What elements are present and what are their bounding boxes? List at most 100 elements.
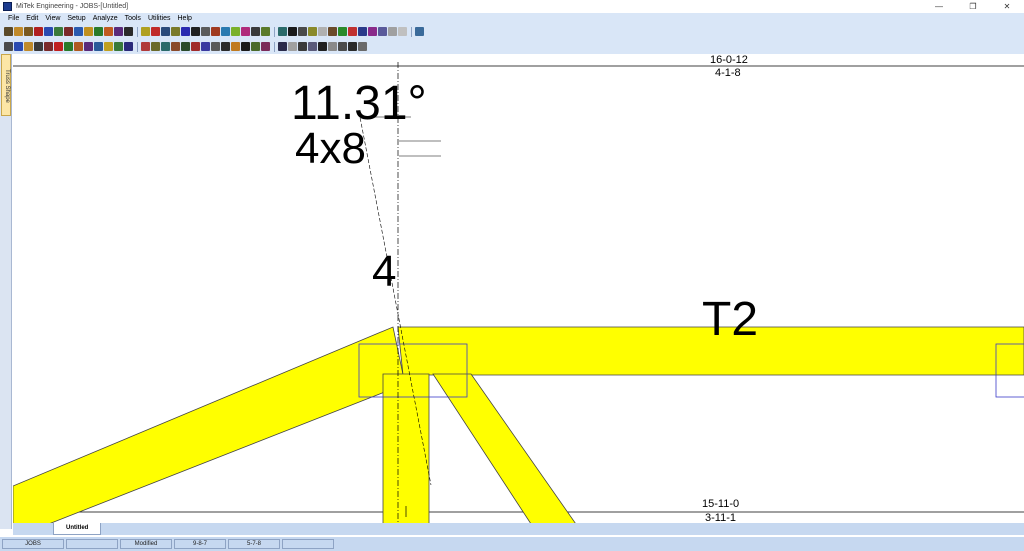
menu-analyze[interactable]: Analyze [93,15,118,22]
toolbar-row-1-tool-icon[interactable] [415,27,424,36]
toolbar-row-2-tool-icon[interactable] [64,42,73,51]
toolbar-row-2-tool-icon[interactable] [201,42,210,51]
toolbar-row-2-tool-icon[interactable] [338,42,347,51]
toolbar-row-1-tool-icon[interactable] [261,27,270,36]
toolbar-row-2-tool-icon[interactable] [84,42,93,51]
toolbar-row-1-tool-icon[interactable] [348,27,357,36]
toolbar-row-1-tool-icon[interactable] [34,27,43,36]
toolbar-row-2-tool-icon[interactable] [211,42,220,51]
close-button[interactable]: ✕ [990,0,1024,13]
menu-setup[interactable]: Setup [67,15,85,22]
toolbar-row-1-tool-icon[interactable] [231,27,240,36]
toolbar-row-1-tool-icon[interactable] [4,27,13,36]
toolbar-row-1-tool-icon[interactable] [211,27,220,36]
toolbar-row-1-tool-icon[interactable] [308,27,317,36]
toolbar-row-2-tool-icon[interactable] [231,42,240,51]
toolbar-row-1-tool-icon[interactable] [251,27,260,36]
toolbar-row-1-tool-icon[interactable] [378,27,387,36]
tab-untitled[interactable]: Untitled [53,523,102,535]
toolbar-row-2-tool-icon[interactable] [191,42,200,51]
status-modified: Modified [120,539,172,549]
menu-utilities[interactable]: Utilities [148,15,171,22]
toolbar-row-1-tool-icon[interactable] [368,27,377,36]
minimize-button[interactable]: — [922,0,956,13]
toolbar-row-1-tool-icon[interactable] [151,27,160,36]
toolbar-row-2-tool-icon[interactable] [288,42,297,51]
toolbar-row-2-tool-icon[interactable] [54,42,63,51]
toolbar-row-2-tool-icon[interactable] [44,42,53,51]
joint-number-label: 4 [372,247,397,296]
toolbar-row-1-tool-icon[interactable] [114,27,123,36]
drawing-canvas[interactable]: 16-0-12 4-1-8 11.31° 4x8 4 T2 15-11-0 3-… [13,54,1024,527]
toolbar-row-1-tool-icon[interactable] [181,27,190,36]
toolbar-row-1-tool-icon[interactable] [14,27,23,36]
toolbar-row-1-tool-icon[interactable] [278,27,287,36]
menu-edit[interactable]: Edit [26,15,38,22]
toolbar-row-1-tool-icon[interactable] [288,27,297,36]
toolbar-row-2-tool-icon[interactable] [161,42,170,51]
toolbar-row-2-tool-icon[interactable] [221,42,230,51]
toolbar-row-2-tool-icon[interactable] [94,42,103,51]
toolbar-row-1-tool-icon[interactable] [24,27,33,36]
toolbar-row-2-tool-icon[interactable] [318,42,327,51]
toolbar-row-2-tool-icon[interactable] [348,42,357,51]
toolbar-row-2-tool-icon[interactable] [24,42,33,51]
toolbar-row-1-tool-icon[interactable] [338,27,347,36]
toolbar-row-2-tool-icon[interactable] [328,42,337,51]
app-logo-icon [3,2,12,11]
menu-help[interactable]: Help [178,15,192,22]
toolbar-row-2-tool-icon[interactable] [114,42,123,51]
toolbar-row-2-tool-icon[interactable] [308,42,317,51]
toolbar-row-1-tool-icon[interactable] [201,27,210,36]
window-title: MiTek Engineering - JOBS-[Untitled] [16,3,129,10]
toolbar-row-1-tool-icon[interactable] [221,27,230,36]
toolbar-row-2-tool-icon[interactable] [104,42,113,51]
toolbar-row-1-tool-icon[interactable] [398,27,407,36]
toolbar-separator [274,41,275,52]
toolbar-row-1-tool-icon[interactable] [104,27,113,36]
toolbar-row-2 [0,39,1024,54]
toolbar-row-1-tool-icon[interactable] [84,27,93,36]
toolbar-row-1-tool-icon[interactable] [124,27,133,36]
toolbar-row-2-tool-icon[interactable] [171,42,180,51]
toolbar-row-2-tool-icon[interactable] [124,42,133,51]
toolbar-row-2-tool-icon[interactable] [74,42,83,51]
toolbar-row-1-tool-icon[interactable] [161,27,170,36]
restore-button[interactable]: ❐ [956,0,990,13]
truss-shape-tab-label: Truss Shape [4,69,10,103]
menu-file[interactable]: File [8,15,19,22]
toolbar-row-1-tool-icon[interactable] [171,27,180,36]
toolbar-row-1-tool-icon[interactable] [388,27,397,36]
toolbar-row-2-tool-icon[interactable] [34,42,43,51]
toolbar-separator [137,26,138,37]
menu-tools[interactable]: Tools [125,15,141,22]
toolbar-row-1-tool-icon[interactable] [141,27,150,36]
toolbar-row-2-tool-icon[interactable] [241,42,250,51]
truss-shape-tab[interactable]: Truss Shape [1,54,11,116]
toolbar-row-1-tool-icon[interactable] [44,27,53,36]
toolbar-row-1-tool-icon[interactable] [54,27,63,36]
toolbar-row-1-tool-icon[interactable] [358,27,367,36]
bottom-dimension-total: 15-11-0 [702,498,740,510]
toolbar-row-2-tool-icon[interactable] [4,42,13,51]
toolbar-row-2-tool-icon[interactable] [298,42,307,51]
toolbar-row-1-tool-icon[interactable] [64,27,73,36]
toolbar-row-1-tool-icon[interactable] [191,27,200,36]
toolbar-row-2-tool-icon[interactable] [358,42,367,51]
toolbar-row-2-tool-icon[interactable] [251,42,260,51]
toolbar-row-1-tool-icon[interactable] [94,27,103,36]
menu-view[interactable]: View [45,15,60,22]
toolbar-row-1-tool-icon[interactable] [298,27,307,36]
toolbar-row-2-tool-icon[interactable] [141,42,150,51]
toolbar-row-2-tool-icon[interactable] [278,42,287,51]
toolbar-row-2-tool-icon[interactable] [14,42,23,51]
toolbar-row-1-tool-icon[interactable] [74,27,83,36]
left-top-chord-member[interactable] [13,326,406,527]
title-bar: MiTek Engineering - JOBS-[Untitled] — ❐ … [0,0,1024,13]
toolbar-row-1-tool-icon[interactable] [241,27,250,36]
toolbar-row-1-tool-icon[interactable] [328,27,337,36]
toolbar-row-2-tool-icon[interactable] [151,42,160,51]
toolbar-row-2-tool-icon[interactable] [181,42,190,51]
toolbar-row-1-tool-icon[interactable] [318,27,327,36]
toolbar-row-2-tool-icon[interactable] [261,42,270,51]
